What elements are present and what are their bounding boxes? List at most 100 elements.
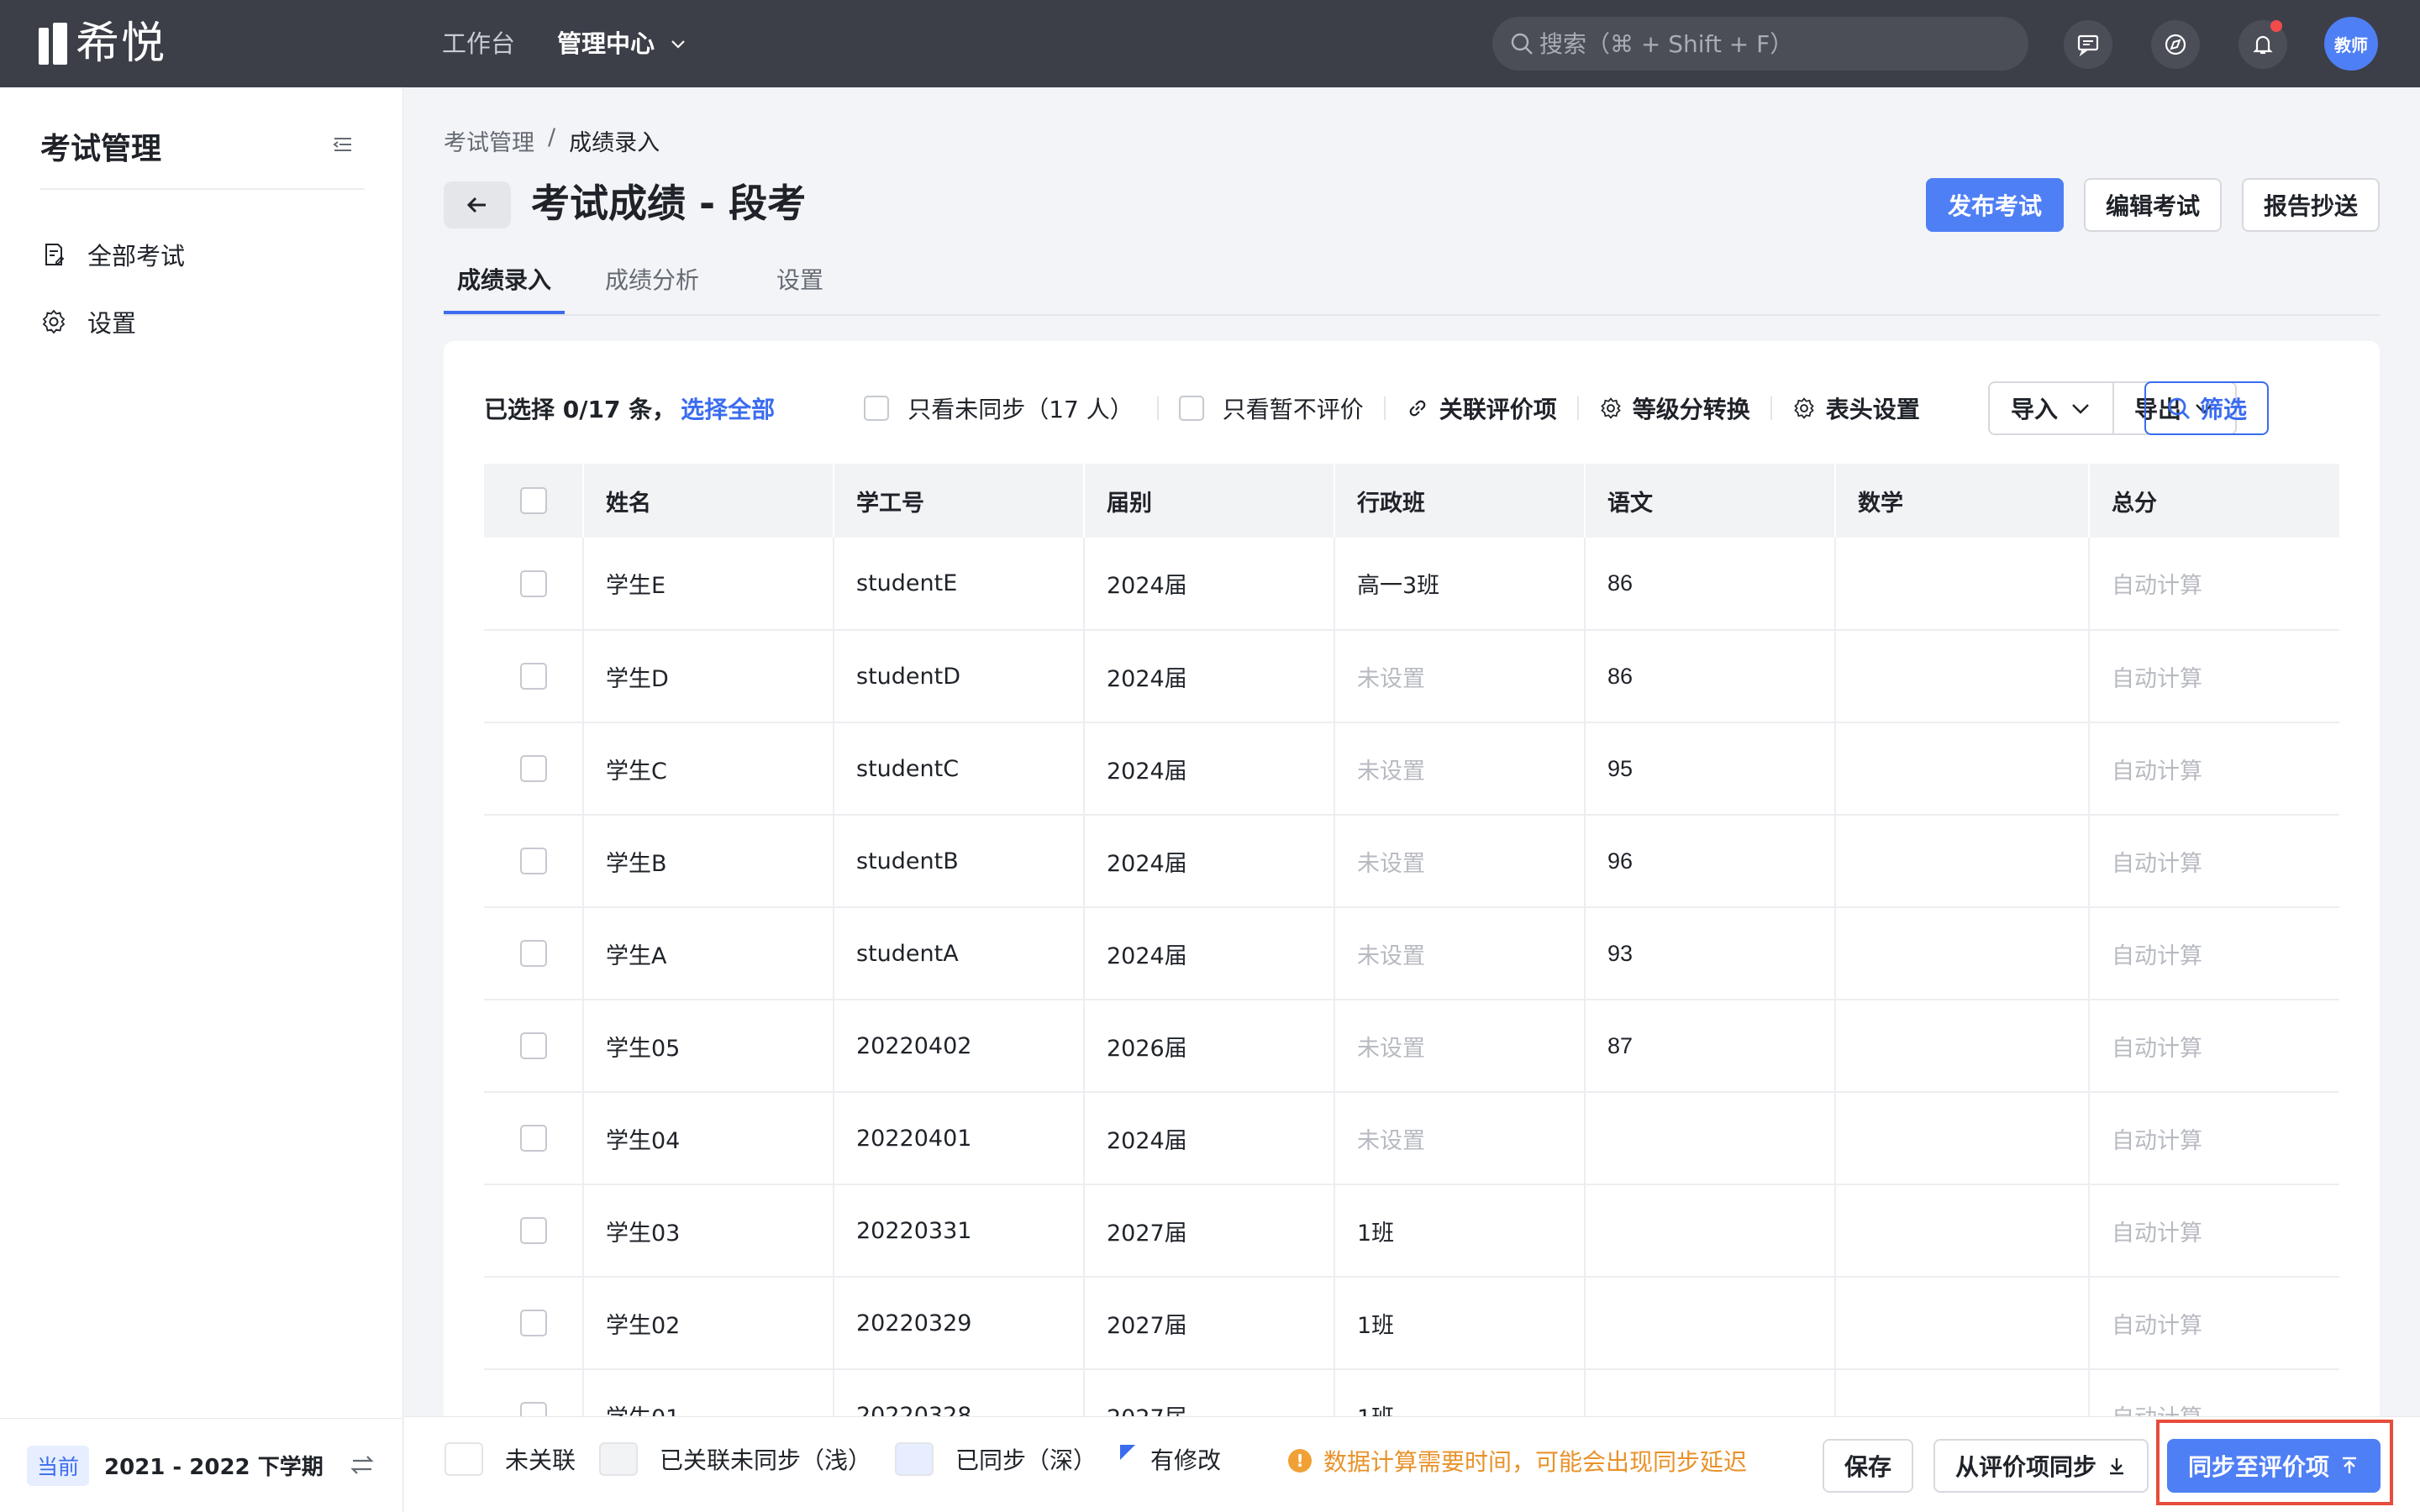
row-checkbox[interactable] [519, 1032, 547, 1060]
sidebar: 考试管理 全部考试 设置 当前 2021 - 2022 下学期 [0, 87, 403, 1512]
header-settings-button[interactable]: 表头设置 [1792, 391, 1920, 425]
table-row[interactable]: 学生B studentB 2024届 未设置 96 自动计算 [484, 815, 2339, 908]
sidebar-item-label: 设置 [87, 309, 137, 338]
row-select-cell[interactable] [484, 815, 584, 908]
current-term-badge: 当前 [27, 1445, 90, 1486]
sync-from-eval-button[interactable]: 从评价项同步 [1933, 1439, 2149, 1493]
cell-chinese[interactable]: 86 [1585, 538, 1836, 631]
row-select-cell[interactable] [484, 538, 584, 631]
legend-synced: 已同步（深） [895, 1442, 1097, 1476]
select-all-link[interactable]: 选择全部 [681, 391, 775, 425]
row-checkbox[interactable] [519, 755, 547, 783]
header-select-all[interactable] [484, 464, 584, 538]
row-select-cell[interactable] [484, 907, 584, 1000]
row-checkbox[interactable] [519, 663, 547, 690]
row-select-cell[interactable] [484, 1184, 584, 1278]
cell-math[interactable] [1835, 1184, 2090, 1278]
search-input[interactable] [1539, 29, 2010, 58]
row-checkbox[interactable] [519, 570, 547, 597]
tab-settings[interactable]: 设置 [776, 262, 823, 316]
report-cc-button[interactable]: 报告抄送 [2242, 178, 2380, 232]
cell-math[interactable] [1835, 815, 2090, 908]
cell-math[interactable] [1835, 722, 2090, 816]
app-logo[interactable]: 希悦 [39, 20, 166, 67]
sidebar-item-settings[interactable]: 设置 [40, 304, 136, 339]
row-checkbox[interactable] [519, 848, 547, 875]
row-checkbox[interactable] [519, 1310, 547, 1337]
notifications-button[interactable] [2238, 20, 2287, 69]
table-row[interactable]: 学生05 20220402 2026届 未设置 87 自动计算 [484, 1000, 2339, 1093]
link-eval-button[interactable]: 关联评价项 [1406, 391, 1557, 425]
filter-label: 筛选 [2199, 396, 2247, 423]
only-no-eval-filter[interactable]: 只看暂不评价 [1178, 391, 1364, 425]
grade-convert-button[interactable]: 等级分转换 [1599, 391, 1750, 425]
cell-math[interactable] [1835, 1277, 2090, 1370]
table-row[interactable]: 学生02 20220329 2027届 1班 自动计算 [484, 1277, 2339, 1370]
legend-swatch [445, 1442, 483, 1476]
document-edit-icon [45, 244, 65, 265]
table-row[interactable]: 学生03 20220331 2027届 1班 自动计算 [484, 1184, 2339, 1278]
table-row[interactable]: 学生04 20220401 2024届 未设置 自动计算 [484, 1092, 2339, 1185]
only-unsynced-filter[interactable]: 只看未同步（17 人） [864, 391, 1134, 425]
row-checkbox[interactable] [519, 1125, 547, 1152]
row-select-cell[interactable] [484, 722, 584, 816]
divider [1576, 396, 1579, 420]
messages-button[interactable] [2064, 20, 2112, 69]
tab-bar: 成绩录入 成绩分析 设置 [444, 255, 2380, 316]
table-row[interactable]: 学生D studentD 2024届 未设置 86 自动计算 [484, 630, 2339, 723]
bottom-action-bar: 未关联 已关联未同步（浅） 已同步（深） 有修改 ! 数据计算需要时间，可能会出… [404, 1416, 2420, 1512]
cell-cohort: 2027届 [1084, 1277, 1335, 1370]
row-select-cell[interactable] [484, 630, 584, 723]
cell-chinese[interactable] [1585, 1277, 1836, 1370]
user-avatar[interactable]: 教师 [2324, 17, 2378, 71]
collapse-sidebar-icon[interactable] [331, 133, 355, 156]
save-button[interactable]: 保存 [1823, 1439, 1913, 1493]
sidebar-item-all-exams[interactable]: 全部考试 [40, 237, 185, 272]
cell-chinese[interactable]: 95 [1585, 722, 1836, 816]
cell-chinese[interactable]: 86 [1585, 630, 1836, 723]
tab-score-entry[interactable]: 成绩录入 [457, 262, 551, 316]
cell-chinese[interactable] [1585, 1184, 1836, 1278]
row-checkbox[interactable] [519, 940, 547, 968]
cell-chinese[interactable] [1585, 1092, 1836, 1185]
publish-exam-button[interactable]: 发布考试 [1926, 178, 2064, 232]
grade-convert-label: 等级分转换 [1632, 396, 1750, 423]
row-checkbox[interactable] [519, 1217, 547, 1245]
cell-cohort: 2026届 [1084, 1000, 1335, 1093]
back-button[interactable] [444, 181, 511, 228]
cell-math[interactable] [1835, 630, 2090, 723]
cell-chinese[interactable]: 93 [1585, 907, 1836, 1000]
row-select-cell[interactable] [484, 1277, 584, 1370]
global-search[interactable] [1492, 17, 2028, 71]
cell-chinese[interactable]: 87 [1585, 1000, 1836, 1093]
table-row[interactable]: 学生E studentE 2024届 高一3班 86 自动计算 [484, 538, 2339, 631]
import-dropdown[interactable]: 导入 [1990, 383, 2112, 433]
breadcrumb: 考试管理 / 成绩录入 [444, 124, 660, 157]
divider [1383, 396, 1386, 420]
filter-button[interactable]: 筛选 [2144, 381, 2269, 435]
only-no-eval-label: 只看暂不评价 [1222, 396, 1364, 423]
logo-text: 希悦 [76, 18, 167, 69]
nav-admin-center[interactable]: 管理中心 [557, 25, 687, 62]
swap-icon[interactable] [348, 1451, 376, 1479]
cell-math[interactable] [1835, 1092, 2090, 1185]
checkbox[interactable] [1178, 396, 1204, 421]
table-row[interactable]: 学生A studentA 2024届 未设置 93 自动计算 [484, 907, 2339, 1000]
cell-math[interactable] [1835, 538, 2090, 631]
select-all-checkbox[interactable] [519, 487, 547, 515]
row-select-cell[interactable] [484, 1000, 584, 1093]
row-select-cell[interactable] [484, 1092, 584, 1185]
edit-exam-button[interactable]: 编辑考试 [2084, 178, 2222, 232]
breadcrumb-parent[interactable]: 考试管理 [444, 124, 534, 157]
cell-math[interactable] [1835, 1000, 2090, 1093]
nav-workbench[interactable]: 工作台 [442, 25, 515, 62]
tab-score-analysis[interactable]: 成绩分析 [605, 262, 699, 316]
cell-math[interactable] [1835, 907, 2090, 1000]
warning-text: 数据计算需要时间，可能会出现同步延迟 [1323, 1448, 1748, 1476]
cell-name: 学生B [583, 815, 834, 908]
table-row[interactable]: 学生C studentC 2024届 未设置 95 自动计算 [484, 722, 2339, 816]
apps-button[interactable] [2151, 20, 2200, 69]
cell-chinese[interactable]: 96 [1585, 815, 1836, 908]
term-selector[interactable]: 当前 2021 - 2022 下学期 [0, 1418, 403, 1512]
checkbox[interactable] [864, 396, 890, 421]
